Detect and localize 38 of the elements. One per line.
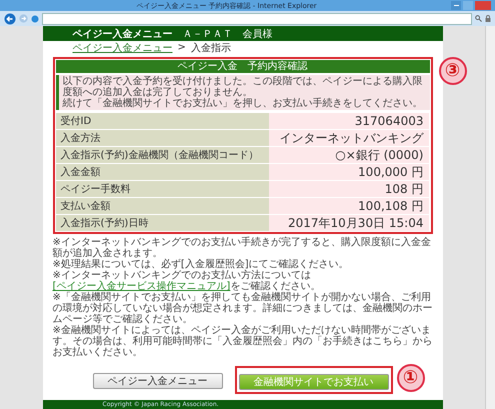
back-icon[interactable] [4,12,16,24]
row-value: 100,000 円 [268,164,430,180]
note-text: ※インターネットバンキングでのお支払い方法については [ペイジー入金サービス操作マニュアル]をご確認ください。 [52,270,322,292]
row-value: 317064003 [268,113,430,130]
annotation-marker: ③ [438,57,466,86]
header-title: ペイジー入金メニュー [72,28,172,41]
row-label: 受付ID [56,113,269,130]
note-text: ※「金融機関サイトでお支払い」を押しても金融機関サイトが開かない場合、ご利用の環境が対応していない場合が想定されます。詳細につきましては、金融機関のホームページ等でご確認ください。 [52,292,432,326]
note-text: ※金融機関サイトによっては、ペイジー入金がご利用いただけない時間帯がございます。その場合は、利用可能時間帯に「入金履歴照会」内の「お手続きはこちら」からお支払いください。 [52,325,432,358]
breadcrumb-separator: > [178,42,186,54]
row-label: 支払い金額 [56,198,269,214]
breadcrumb-link[interactable]: ペイジー入金メニュー [72,40,172,55]
row-value: 2017年10月30日 15:04 [268,215,430,232]
row-label: 入金指示(予約)日時 [56,215,269,232]
header-subtitle: Ａ－ＰＡＴ 会員様 [182,28,272,41]
row-label: 入金指示(予約)金融機関（金融機関コード） [56,147,269,164]
intro-text: 続けて「金融機関サイトでお支払い」を押し、お支払い手続きをしてください。 [62,98,424,110]
note-text: ※処理結果については、必ず[入金履歴照会]にてご確認ください。 [52,259,350,270]
lock-icon[interactable] [485,15,491,22]
search-icon[interactable] [475,15,482,22]
row-value: 108 円 [268,181,430,198]
row-label: ペイジー手数料 [56,181,269,198]
annotation-marker: ① [396,364,424,392]
row-label: 入金方法 [56,130,269,146]
forward-icon[interactable] [19,14,28,23]
breadcrumb-current: 入金指示 [190,42,231,55]
manual-link[interactable]: [ペイジー入金サービス操作マニュアル] [52,281,230,292]
row-value: 100,108 円 [268,198,430,214]
intro-text: 以下の内容で入金予約を受け付けました。この段階では、ペイジーによる購入限度額への追加入金は完了しておりません。 [62,76,424,98]
row-value: ○×銀行 (0000) [268,147,430,164]
address-field[interactable] [42,12,472,24]
row-value: インターネットバンキング [268,130,430,146]
note-text: ※インターネットバンキングでのお支払い手続きが完了すると、購入限度額に入金金額が追加入金されます。 [52,237,432,260]
browser-icon [31,14,39,22]
row-label: 入金金額 [56,164,269,180]
panel-title: ペイジー入金 予約内容確認 [56,60,430,74]
minimize-button[interactable] [451,1,461,10]
menu-button[interactable]: ペイジー入金メニュー [92,373,222,390]
